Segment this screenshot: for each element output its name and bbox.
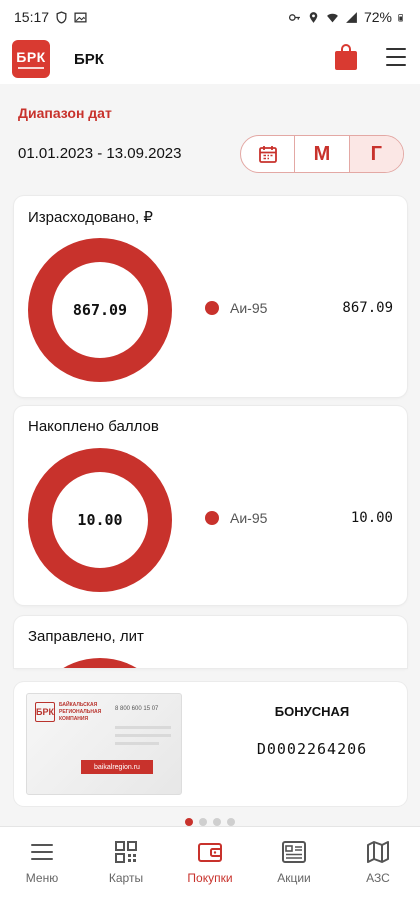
- shopping-bag-icon[interactable]: [334, 43, 358, 71]
- period-custom-button[interactable]: [241, 136, 294, 172]
- logo-text: БРК: [16, 48, 46, 65]
- card-title: Накоплено баллов: [28, 418, 159, 435]
- tab-promotions[interactable]: Акции: [252, 827, 336, 900]
- card-logo: БРК: [35, 702, 55, 722]
- tab-label: Меню: [25, 871, 59, 885]
- donut-ring: [63, 658, 137, 668]
- bonus-card-number: D0002264206: [256, 740, 368, 758]
- pager-dot[interactable]: [227, 818, 235, 826]
- app-logo[interactable]: БРК: [12, 40, 50, 78]
- donut-total: 867.09: [72, 301, 128, 319]
- tab-stations[interactable]: АЗС: [336, 827, 420, 900]
- legend-fuel: Аи-95: [230, 300, 268, 316]
- legend-value: 867.09: [342, 300, 393, 316]
- logo-underline: [18, 66, 44, 69]
- card-pager: [0, 818, 420, 826]
- card-text-line: [115, 726, 171, 729]
- qr-code-icon: [115, 841, 137, 863]
- battery-percent: 72%: [363, 9, 392, 25]
- map-icon: [367, 841, 389, 863]
- status-bar: 15:17 72%: [0, 0, 420, 34]
- bonus-card-title: БОНУСНАЯ: [274, 704, 350, 719]
- card-text-line: [115, 742, 159, 745]
- shield-icon: [56, 10, 67, 24]
- bonus-card-image: БРК БАЙКАЛЬСКАЯ РЕГИОНАЛЬНАЯ КОМПАНИЯ 8 …: [26, 693, 182, 795]
- period-month-button[interactable]: М: [294, 136, 348, 172]
- card-phone: 8 800 600 15 07: [115, 706, 159, 712]
- tab-purchases[interactable]: Покупки: [168, 827, 252, 900]
- donut-total: 10.00: [77, 511, 123, 529]
- app-bar: БРК БРК: [0, 34, 420, 84]
- card-logo-text: БРК: [36, 707, 54, 717]
- menu-line: [386, 48, 406, 50]
- card-company: БАЙКАЛЬСКАЯ РЕГИОНАЛЬНАЯ КОМПАНИЯ: [59, 702, 102, 722]
- tab-menu[interactable]: Меню: [0, 827, 84, 900]
- wallet-icon: [198, 843, 222, 862]
- tab-cards[interactable]: Карты: [84, 827, 168, 900]
- card-text-line: [115, 734, 171, 737]
- wifi-icon: [327, 13, 338, 22]
- promo-icon: [282, 841, 306, 863]
- signal-icon: [346, 11, 357, 23]
- pager-dot[interactable]: [185, 818, 193, 826]
- app-title: БРК: [74, 50, 104, 68]
- menu-line: [386, 64, 406, 66]
- period-year-button[interactable]: Г: [348, 136, 403, 172]
- liters-donut: [28, 658, 172, 668]
- date-range-label: Диапазон дат: [18, 105, 112, 121]
- tab-label: Карты: [108, 871, 144, 885]
- location-icon: [309, 11, 318, 23]
- card-site: baikalregion.ru: [81, 760, 153, 774]
- card-title: Израсходовано, ₽: [28, 209, 153, 226]
- period-selector: М Г: [240, 135, 404, 173]
- bottom-tab-bar: Меню Карты Покупки Акции АЗС: [0, 826, 420, 900]
- spent-card: Израсходовано, ₽ 867.09 Аи-95 867.09: [14, 196, 407, 397]
- tab-label: Акции: [277, 871, 311, 885]
- spent-donut: 867.09: [28, 238, 172, 382]
- legend-dot: [205, 301, 219, 315]
- bonus-card[interactable]: БРК БАЙКАЛЬСКАЯ РЕГИОНАЛЬНАЯ КОМПАНИЯ 8 …: [14, 682, 407, 806]
- purchases-content[interactable]: Диапазон дат 01.01.2023 - 13.09.2023 М Г…: [0, 84, 420, 826]
- hamburger-menu-button[interactable]: [386, 48, 406, 66]
- pager-dot[interactable]: [213, 818, 221, 826]
- points-donut: 10.00: [28, 448, 172, 592]
- menu-icon: [31, 844, 53, 860]
- tab-label: АЗС: [366, 871, 390, 885]
- calendar-icon: [258, 146, 277, 163]
- card-title: Заправлено, лит: [28, 628, 144, 645]
- date-range-value[interactable]: 01.01.2023 - 13.09.2023: [18, 145, 181, 162]
- image-icon: [74, 12, 87, 22]
- status-time: 15:17: [14, 9, 50, 25]
- key-icon: [288, 13, 300, 21]
- legend-value: 10.00: [350, 510, 393, 526]
- legend-fuel: Аи-95: [230, 510, 268, 526]
- points-card: Накоплено баллов 10.00 Аи-95 10.00: [14, 406, 407, 605]
- battery-icon: [398, 13, 403, 21]
- liters-card: Заправлено, лит: [14, 616, 407, 668]
- tab-label: Покупки: [187, 871, 233, 885]
- legend-dot: [205, 511, 219, 525]
- pager-dot[interactable]: [199, 818, 207, 826]
- menu-line: [386, 56, 406, 58]
